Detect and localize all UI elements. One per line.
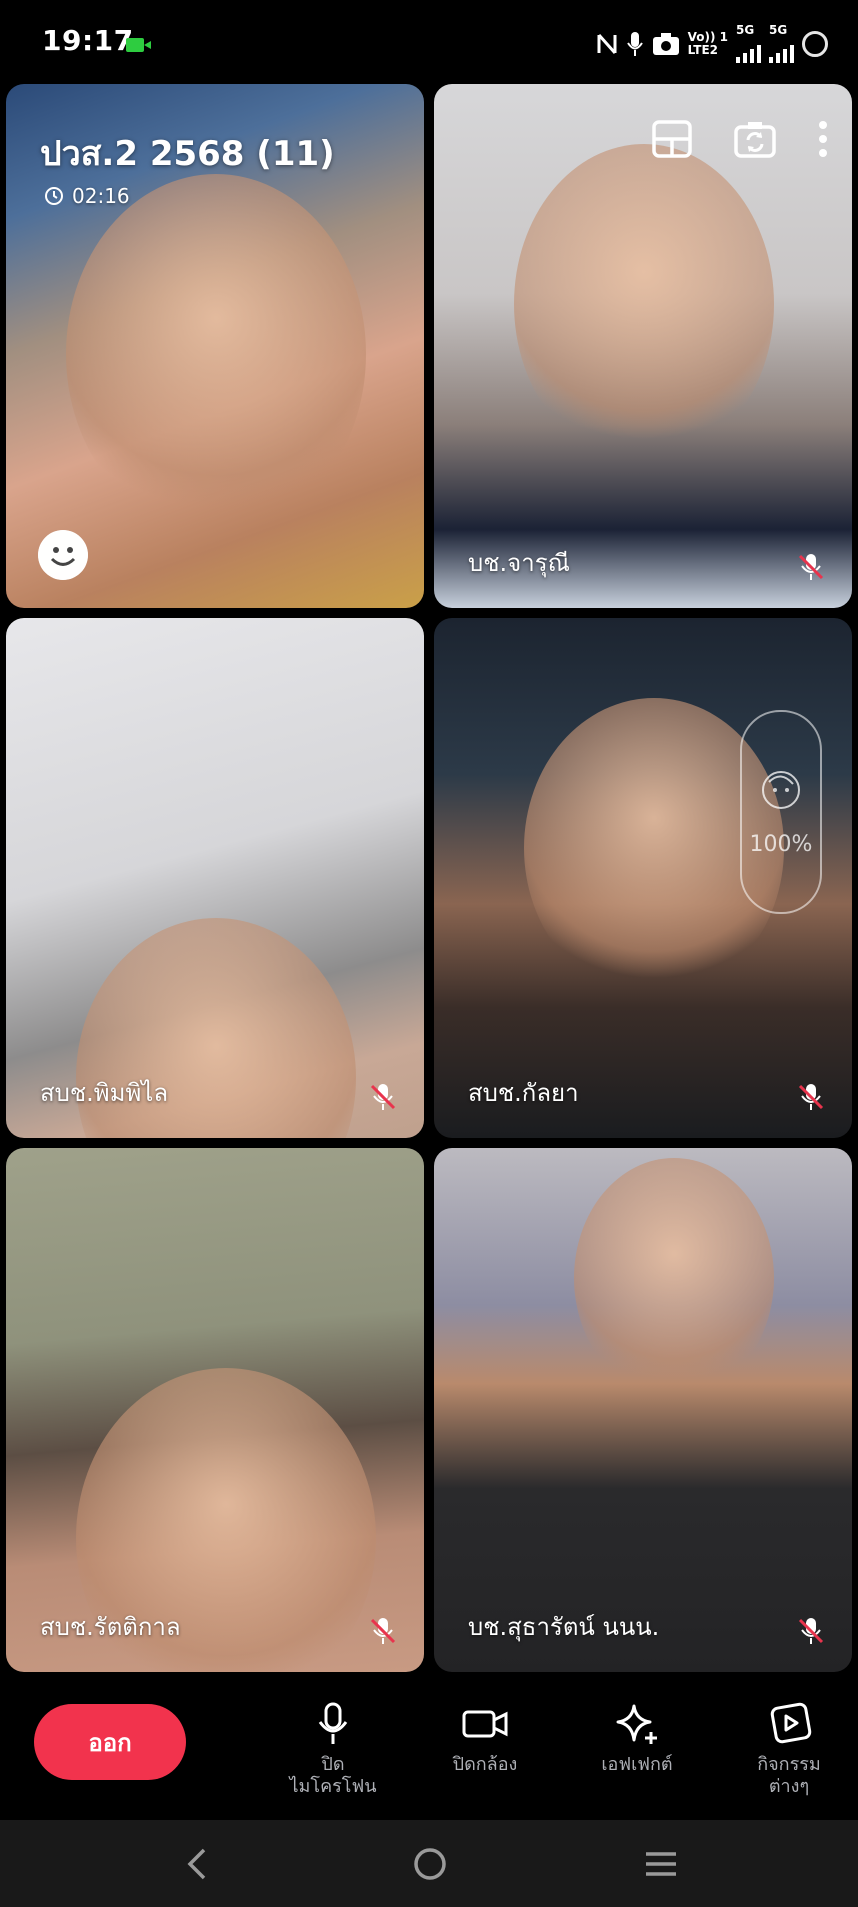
network-5g-a: 5G: [736, 24, 761, 63]
more-icon[interactable]: [818, 120, 828, 158]
smiley-icon[interactable]: [38, 530, 88, 580]
switch-camera-icon[interactable]: [734, 120, 776, 158]
camera-status-icon: [652, 32, 679, 55]
mic-off-icon: [798, 554, 824, 580]
video-tile-2[interactable]: บช.จารุณี: [434, 84, 852, 608]
video-tile-self[interactable]: ปวส.2 2568 (11) 02:16: [6, 84, 424, 608]
participant-name: สบช.กัลยา: [468, 1079, 579, 1107]
video-camera-icon: [462, 1710, 508, 1738]
mic-off-icon: [798, 1618, 824, 1644]
home-icon[interactable]: [412, 1846, 448, 1882]
system-nav-bar: [0, 1820, 858, 1907]
back-icon[interactable]: [184, 1846, 208, 1882]
microphone-status-icon: [626, 31, 643, 56]
call-toolbar: ออก ปิด ไมโครโฟน ปิดกล้อง เอฟเฟกต์ กิจกร…: [0, 1674, 858, 1820]
loading-ring-icon: [802, 30, 828, 57]
status-bar: 19:17 Vo)) 1 LTE2 5G 5G: [0, 0, 858, 82]
microphone-icon: [318, 1702, 348, 1744]
video-tile-3[interactable]: สบช.พิมพิไล: [6, 618, 424, 1138]
leave-call-button[interactable]: ออก: [34, 1704, 186, 1780]
camera-label: ปิดกล้อง: [452, 1754, 518, 1775]
mic-off-icon: [370, 1084, 396, 1110]
video-tile-5[interactable]: สบช.รัตติกาล: [6, 1148, 424, 1672]
effects-button[interactable]: เอฟเฟกต์: [577, 1702, 697, 1776]
mic-off-icon: [798, 1084, 824, 1110]
signal-icon: [736, 37, 761, 63]
network-5g-label: 5G: [736, 23, 755, 37]
participant-name: บช.สุธารัตน์ นนน.: [468, 1613, 660, 1641]
face-beauty-icon: [762, 770, 800, 809]
recents-menu-icon[interactable]: [644, 1846, 678, 1882]
video-tile-4[interactable]: 100% สบช.กัลยา: [434, 618, 852, 1138]
beauty-filter-control[interactable]: 100%: [740, 710, 822, 914]
participant-video: [574, 1158, 774, 1398]
network-5g-b: 5G: [769, 24, 794, 63]
video-tile-6[interactable]: บช.สุธารัตน์ นนน.: [434, 1148, 852, 1672]
participant-name: สบช.พิมพิไล: [40, 1079, 169, 1107]
layout-icon[interactable]: [652, 120, 692, 158]
toggle-mic-button[interactable]: ปิด ไมโครโฟน: [273, 1702, 393, 1798]
activities-button[interactable]: กิจกรรม ต่างๆ: [729, 1702, 849, 1798]
signal-icon-2: [769, 37, 794, 63]
activities-icon: [770, 1702, 812, 1744]
status-time: 19:17: [42, 24, 134, 57]
mic-off-icon: [370, 1618, 396, 1644]
sparkle-icon: [616, 1704, 657, 1744]
participant-name: บช.จารุณี: [468, 549, 570, 577]
camera-in-use-icon: [126, 38, 151, 52]
participant-video: [514, 144, 774, 464]
call-timer: 02:16: [44, 184, 130, 208]
network-5g-label-2: 5G: [769, 23, 788, 37]
participant-name: สบช.รัตติกาล: [40, 1613, 181, 1641]
effects-label: เอฟเฟกต์: [601, 1754, 673, 1775]
call-timer-text: 02:16: [72, 184, 130, 208]
network-volte-label: Vo)) 1: [687, 29, 728, 44]
clock-icon: [45, 187, 63, 205]
network-lte-label: LTE2: [687, 42, 719, 57]
participant-video: [66, 174, 366, 534]
toggle-camera-button[interactable]: ปิดกล้อง: [425, 1702, 545, 1776]
call-title: ปวส.2 2568 (11): [40, 134, 335, 174]
mic-label: ปิด ไมโครโฟน: [289, 1754, 377, 1797]
activities-label: กิจกรรม ต่างๆ: [757, 1754, 821, 1797]
tile-actions: [652, 120, 828, 158]
network-lte: Vo)) 1 LTE2: [687, 29, 728, 57]
beauty-level: 100%: [749, 831, 813, 857]
status-icons: Vo)) 1 LTE2 5G 5G: [596, 24, 828, 63]
nfc-icon: [597, 33, 617, 54]
